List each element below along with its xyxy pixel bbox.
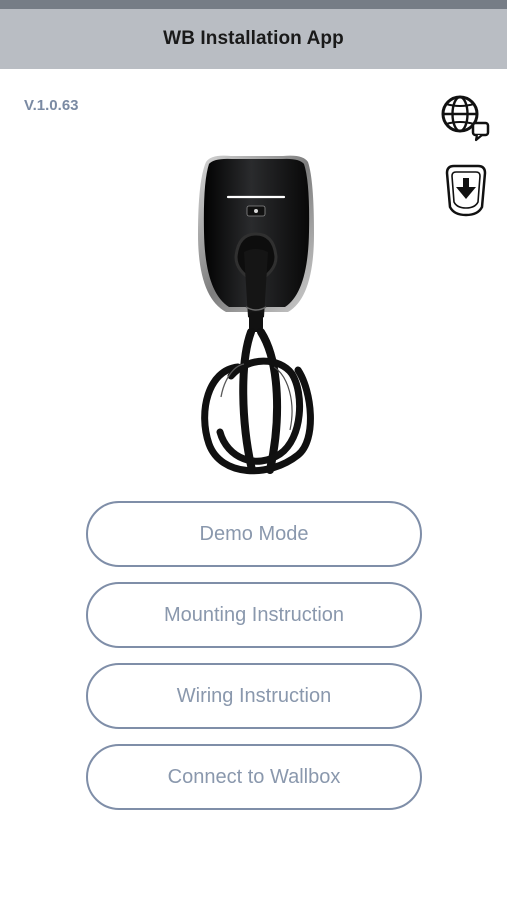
app-screen: WB Installation App V.1.0.63 Demo Mode M… bbox=[0, 0, 507, 900]
version-label: V.1.0.63 bbox=[24, 97, 79, 114]
demo-mode-button[interactable]: Demo Mode bbox=[86, 501, 422, 567]
wiring-instruction-button[interactable]: Wiring Instruction bbox=[86, 663, 422, 729]
download-button[interactable] bbox=[444, 162, 488, 218]
globe-chat-icon bbox=[441, 95, 490, 142]
connect-to-wallbox-button[interactable]: Connect to Wallbox bbox=[86, 744, 422, 810]
page-title: WB Installation App bbox=[163, 28, 344, 49]
language-button[interactable] bbox=[438, 92, 494, 144]
download-arrow-icon bbox=[445, 164, 487, 217]
app-header: WB Installation App bbox=[0, 9, 507, 69]
wallbox-charger-image bbox=[186, 152, 326, 482]
status-strip bbox=[0, 0, 507, 9]
main-actions: Demo Mode Mounting Instruction Wiring In… bbox=[86, 501, 422, 825]
mounting-instruction-button[interactable]: Mounting Instruction bbox=[86, 582, 422, 648]
